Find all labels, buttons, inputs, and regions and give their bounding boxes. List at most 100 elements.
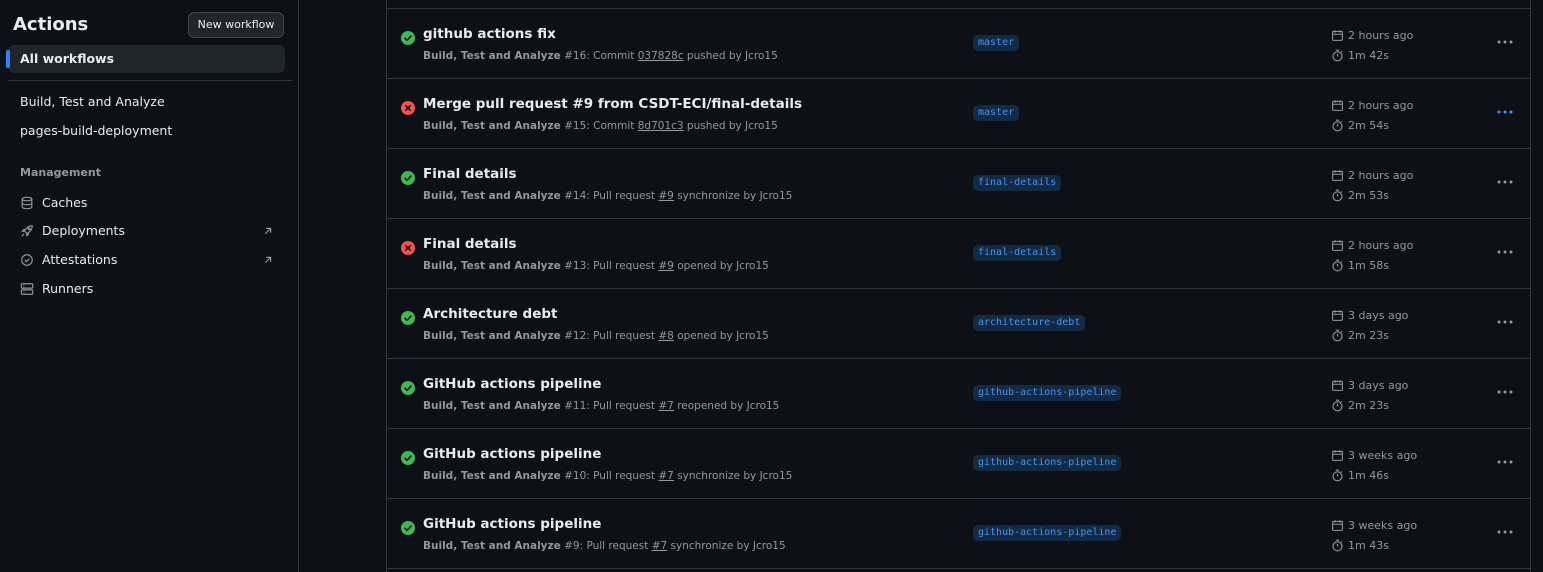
- workflow-run-row[interactable]: GitHub actions pipeline Build, Test and …: [387, 499, 1530, 569]
- branch-label[interactable]: github-actions-pipeline: [973, 455, 1122, 471]
- run-event-suffix: opened by Jcro15: [673, 260, 769, 272]
- sidebar-item-workflow[interactable]: Build, Test and Analyze: [8, 88, 285, 116]
- run-duration-value: 1m 42s: [1348, 49, 1389, 62]
- run-ref-link[interactable]: 8d701c3: [638, 120, 684, 132]
- check-circle-icon: [401, 451, 415, 465]
- run-when: 2 hours ago: [1348, 99, 1414, 112]
- run-ref-link[interactable]: #8: [658, 330, 673, 342]
- kebab-menu-icon[interactable]: [1496, 386, 1514, 398]
- branch-label[interactable]: final-details: [973, 175, 1062, 191]
- run-number: #13: [564, 260, 587, 272]
- run-when: 2 hours ago: [1348, 239, 1414, 252]
- x-circle-icon: [401, 241, 415, 255]
- stopwatch-icon: [1332, 259, 1343, 272]
- run-meta: Build, Test and Analyze #11: Pull reques…: [423, 400, 779, 412]
- run-ref-link[interactable]: 037828c: [638, 50, 684, 62]
- sidebar-item-runners[interactable]: Runners: [8, 275, 285, 303]
- run-when: 3 weeks ago: [1348, 449, 1418, 462]
- run-event-suffix: opened by Jcro15: [673, 330, 769, 342]
- run-event-suffix: pushed by Jcro15: [683, 50, 778, 62]
- workflow-run-row[interactable]: Architecture debt Build, Test and Analyz…: [387, 289, 1530, 359]
- run-duration-value: 1m 46s: [1348, 469, 1389, 482]
- run-meta: Build, Test and Analyze #12: Pull reques…: [423, 330, 769, 342]
- sidebar-item-deployments[interactable]: Deployments: [8, 217, 285, 245]
- run-number: #9: [564, 540, 580, 552]
- kebab-menu-icon[interactable]: [1496, 106, 1514, 118]
- run-ref-link[interactable]: #7: [658, 470, 673, 482]
- run-workflow-name: Build, Test and Analyze: [423, 470, 561, 482]
- run-meta: Build, Test and Analyze #15: Commit 8d70…: [423, 120, 778, 132]
- run-title[interactable]: Final details: [423, 236, 517, 252]
- workflow-run-row[interactable]: GitHub actions pipeline Build, Test and …: [387, 429, 1530, 499]
- run-title[interactable]: GitHub actions pipeline: [423, 516, 601, 532]
- verified-icon: [21, 254, 33, 266]
- run-title[interactable]: Final details: [423, 166, 517, 182]
- stopwatch-icon: [1332, 119, 1343, 132]
- run-workflow-name: Build, Test and Analyze: [423, 50, 561, 62]
- run-title[interactable]: GitHub actions pipeline: [423, 376, 601, 392]
- new-workflow-button[interactable]: New workflow: [188, 12, 284, 38]
- kebab-menu-icon[interactable]: [1496, 316, 1514, 328]
- run-duration-value: 2m 53s: [1348, 189, 1389, 202]
- sidebar-item-label: Attestations: [42, 252, 118, 267]
- run-event-prefix: : Pull request: [586, 260, 659, 272]
- run-meta: Build, Test and Analyze #10: Pull reques…: [423, 470, 792, 482]
- run-title[interactable]: Architecture debt: [423, 306, 557, 322]
- sidebar-item-label: Deployments: [42, 223, 125, 238]
- run-workflow-name: Build, Test and Analyze: [423, 400, 561, 412]
- run-when: 2 hours ago: [1348, 169, 1414, 182]
- stopwatch-icon: [1332, 469, 1343, 482]
- database-icon: [21, 196, 33, 210]
- run-event-suffix: pushed by Jcro15: [683, 120, 778, 132]
- branch-label[interactable]: master: [973, 35, 1020, 51]
- sidebar-item-all-workflows[interactable]: All workflows: [6, 45, 285, 73]
- run-meta: Build, Test and Analyze #13: Pull reques…: [423, 260, 769, 272]
- run-ref-link[interactable]: #7: [652, 540, 667, 552]
- run-when: 3 days ago: [1348, 309, 1409, 322]
- sidebar-item-workflow[interactable]: pages-build-deployment: [8, 117, 285, 145]
- kebab-menu-icon[interactable]: [1496, 176, 1514, 188]
- run-number: #12: [564, 330, 587, 342]
- page-title: Actions: [13, 14, 89, 35]
- run-meta: Build, Test and Analyze #16: Commit 0378…: [423, 50, 778, 62]
- calendar-icon: [1332, 380, 1343, 391]
- branch-label[interactable]: architecture-debt: [973, 315, 1086, 331]
- run-when: 3 days ago: [1348, 379, 1409, 392]
- run-title[interactable]: github actions fix: [423, 26, 556, 42]
- run-ref-link[interactable]: #9: [658, 190, 673, 202]
- sidebar-divider: [8, 80, 292, 81]
- kebab-menu-icon[interactable]: [1496, 456, 1514, 468]
- run-title[interactable]: GitHub actions pipeline: [423, 446, 601, 462]
- run-ref-link[interactable]: #9: [658, 260, 673, 272]
- run-title[interactable]: Merge pull request #9 from CSDT-ECI/fina…: [423, 96, 802, 112]
- branch-label[interactable]: github-actions-pipeline: [973, 525, 1122, 541]
- sidebar-item-caches[interactable]: Caches: [8, 189, 285, 217]
- run-event-prefix: : Pull request: [586, 330, 659, 342]
- run-event-prefix: : Pull request: [586, 190, 659, 202]
- run-ref-link[interactable]: #7: [658, 400, 673, 412]
- workflow-run-row[interactable]: GitHub actions pipeline Build, Test and …: [387, 359, 1530, 429]
- branch-label[interactable]: master: [973, 105, 1020, 121]
- run-workflow-name: Build, Test and Analyze: [423, 260, 561, 272]
- run-number: #10: [564, 470, 587, 482]
- sidebar-header: Actions New workflow: [13, 12, 284, 38]
- branch-label[interactable]: github-actions-pipeline: [973, 385, 1122, 401]
- arrow-up-right-icon: [264, 256, 272, 264]
- kebab-menu-icon[interactable]: [1496, 526, 1514, 538]
- workflow-run-row[interactable]: Merge pull request #9 from CSDT-ECI/fina…: [387, 79, 1530, 149]
- workflow-run-row[interactable]: Final details Build, Test and Analyze #1…: [387, 149, 1530, 219]
- check-circle-icon: [401, 381, 415, 395]
- sidebar-item-attestations[interactable]: Attestations: [8, 246, 285, 274]
- kebab-menu-icon[interactable]: [1496, 36, 1514, 48]
- arrow-up-right-icon: [264, 227, 272, 235]
- workflow-run-row[interactable]: github actions fix Build, Test and Analy…: [387, 9, 1530, 79]
- kebab-menu-icon[interactable]: [1496, 246, 1514, 258]
- run-number: #15: [564, 120, 587, 132]
- workflow-runs-list: github actions fix Build, Test and Analy…: [387, 0, 1531, 572]
- check-circle-icon: [401, 521, 415, 535]
- branch-label[interactable]: final-details: [973, 245, 1062, 261]
- workflow-run-row[interactable]: Final details Build, Test and Analyze #1…: [387, 219, 1530, 289]
- calendar-icon: [1332, 30, 1343, 41]
- sidebar-item-label: Caches: [42, 195, 88, 210]
- run-when: 2 hours ago: [1348, 29, 1414, 42]
